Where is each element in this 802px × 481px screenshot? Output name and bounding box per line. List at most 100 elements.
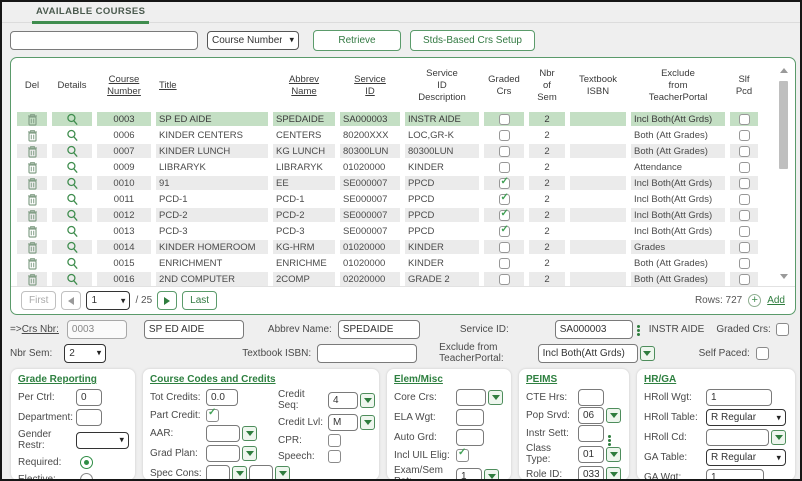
delete-button[interactable] (17, 256, 47, 270)
department-field[interactable] (76, 409, 102, 426)
graded-crs-checkbox[interactable] (498, 192, 510, 205)
details-button[interactable] (52, 128, 92, 142)
details-button[interactable] (52, 176, 92, 190)
cpr-checkbox[interactable] (328, 434, 341, 447)
elective-radio[interactable] (80, 473, 93, 479)
green-down-arrow-icon[interactable] (360, 415, 375, 430)
course-title-field[interactable] (143, 320, 244, 339)
slf-pcd-checkbox[interactable] (738, 129, 750, 141)
delete-button[interactable] (17, 112, 47, 126)
search-by-select[interactable]: Course Number (207, 31, 299, 50)
graded-crs-checkbox[interactable] (498, 129, 510, 141)
graded-crs-checkbox[interactable] (498, 224, 510, 237)
self-paced-checkbox[interactable] (755, 346, 769, 360)
aar-field[interactable] (206, 425, 240, 442)
cte-hrs-field[interactable] (578, 389, 604, 406)
details-button[interactable] (52, 208, 92, 222)
table-row[interactable]: 0015 ENRICHMENT ENRICHME 01020000 KINDER 2 Bot… (17, 256, 773, 270)
green-down-arrow-icon[interactable] (488, 390, 503, 405)
next-page-button[interactable] (157, 291, 178, 310)
details-button[interactable] (52, 256, 92, 270)
table-row[interactable]: 0009 LIBRARYK LIBRARYK 01020000 KINDER 2 Atten… (17, 160, 773, 174)
page-select[interactable]: 1 (86, 291, 131, 310)
slf-pcd-checkbox[interactable] (738, 209, 750, 221)
table-row[interactable]: 0012 PCD-2 PCD-2 SE000007 PPCD 2 Incl Both(Att… (17, 208, 773, 222)
delete-button[interactable] (17, 208, 47, 222)
search-input[interactable] (10, 30, 198, 50)
details-button[interactable] (52, 240, 92, 254)
hroll-cd-field[interactable] (706, 429, 769, 446)
gender-restr-select[interactable] (76, 431, 129, 449)
graded-crs-checkbox[interactable] (775, 323, 789, 336)
service-id-field[interactable] (554, 320, 633, 339)
ga-table-select[interactable]: R Regular (706, 449, 786, 466)
auto-grd-field[interactable] (456, 429, 484, 446)
table-scrollbar[interactable] (778, 65, 790, 281)
table-row[interactable]: 0013 PCD-3 PCD-3 SE000007 PPCD 2 Incl Both(Att… (17, 224, 773, 238)
green-down-arrow-icon[interactable] (606, 408, 621, 423)
slf-pcd-checkbox[interactable] (738, 193, 750, 205)
first-page-button[interactable]: First (21, 291, 57, 310)
required-radio[interactable] (80, 456, 93, 469)
class-type-field[interactable] (578, 445, 604, 463)
table-row[interactable]: 0014 KINDER HOMEROOM KG-HRM 01020000 KINDER 2… (17, 240, 773, 254)
details-button[interactable] (52, 144, 92, 158)
slf-pcd-checkbox[interactable] (738, 241, 750, 253)
delete-button[interactable] (17, 192, 47, 206)
delete-button[interactable] (17, 128, 47, 142)
table-row[interactable]: 0011 PCD-1 PCD-1 SE000007 PPCD 2 Incl Both(Att… (17, 192, 773, 206)
hroll-wgt-field[interactable] (706, 389, 772, 406)
details-button[interactable] (52, 272, 92, 286)
column-header[interactable]: Course Number (97, 74, 151, 98)
ela-wgt-field[interactable] (456, 409, 484, 426)
slf-pcd-checkbox[interactable] (738, 113, 750, 125)
table-row[interactable]: 0010 91 EE SE000007 PPCD 2 Incl Both(Att Grds) (17, 176, 773, 190)
nbr-sem-select[interactable]: 2 (64, 343, 107, 363)
table-row[interactable]: 0003 SP ED AIDE SPEDAIDE SA000003 INSTR AIDE… (17, 112, 773, 126)
graded-crs-checkbox[interactable] (498, 161, 510, 173)
textbook-isbn-field[interactable] (317, 343, 418, 363)
elem-misc-title[interactable]: Elem/Misc (394, 374, 504, 385)
slf-pcd-checkbox[interactable] (738, 177, 750, 189)
tot-credits-field[interactable] (206, 389, 238, 406)
column-header[interactable]: Title (156, 80, 268, 92)
hroll-table-select[interactable]: R Regular (706, 409, 786, 426)
slf-pcd-checkbox[interactable] (738, 257, 750, 269)
delete-button[interactable] (17, 272, 47, 286)
green-down-arrow-icon[interactable] (232, 466, 247, 479)
per-ctrl-field[interactable] (76, 389, 102, 406)
pop-srvd-field[interactable] (578, 407, 604, 424)
vertical-ellipsis-icon[interactable] (608, 434, 611, 438)
grade-reporting-title[interactable]: Grade Reporting (18, 374, 128, 385)
graded-crs-checkbox[interactable] (498, 241, 510, 253)
hr-ga-title[interactable]: HR/GA (644, 374, 788, 385)
tab-available-courses[interactable]: AVAILABLE COURSES (32, 6, 150, 24)
scrollbar-thumb[interactable] (779, 81, 788, 169)
slf-pcd-checkbox[interactable] (738, 273, 750, 285)
exclude-teacherportal-field[interactable] (537, 343, 638, 363)
slf-pcd-checkbox[interactable] (738, 161, 750, 173)
credit-seq-field[interactable] (328, 391, 358, 409)
green-down-arrow-icon[interactable] (606, 467, 621, 479)
graded-crs-checkbox[interactable] (498, 208, 510, 221)
scroll-up-icon[interactable] (779, 65, 789, 75)
green-down-arrow-icon[interactable] (242, 446, 257, 461)
column-header[interactable]: Service ID (340, 74, 400, 98)
grad-plan-field[interactable] (206, 445, 240, 462)
instr-sett-field[interactable] (578, 425, 604, 442)
spec-cons-field-2[interactable] (249, 465, 273, 479)
table-row[interactable]: 0006 KINDER CENTERS CENTERS 80200XXX LOC,GR-… (17, 128, 773, 142)
part-credit-checkbox[interactable] (206, 407, 219, 422)
green-down-arrow-icon[interactable] (484, 468, 499, 479)
green-down-arrow-icon[interactable] (242, 426, 257, 441)
scroll-down-icon[interactable] (779, 271, 789, 281)
crs-nbr-label[interactable]: Crs Nbr: (22, 324, 59, 335)
graded-crs-checkbox[interactable] (498, 176, 510, 189)
green-down-arrow-icon[interactable] (606, 446, 621, 462)
role-id-field[interactable] (578, 466, 604, 479)
vertical-ellipsis-icon[interactable] (636, 325, 640, 328)
graded-crs-checkbox[interactable] (498, 113, 510, 125)
plus-circle-icon[interactable]: + (748, 294, 762, 307)
spec-cons-field-1[interactable] (206, 465, 230, 479)
core-crs-field[interactable] (456, 389, 486, 406)
